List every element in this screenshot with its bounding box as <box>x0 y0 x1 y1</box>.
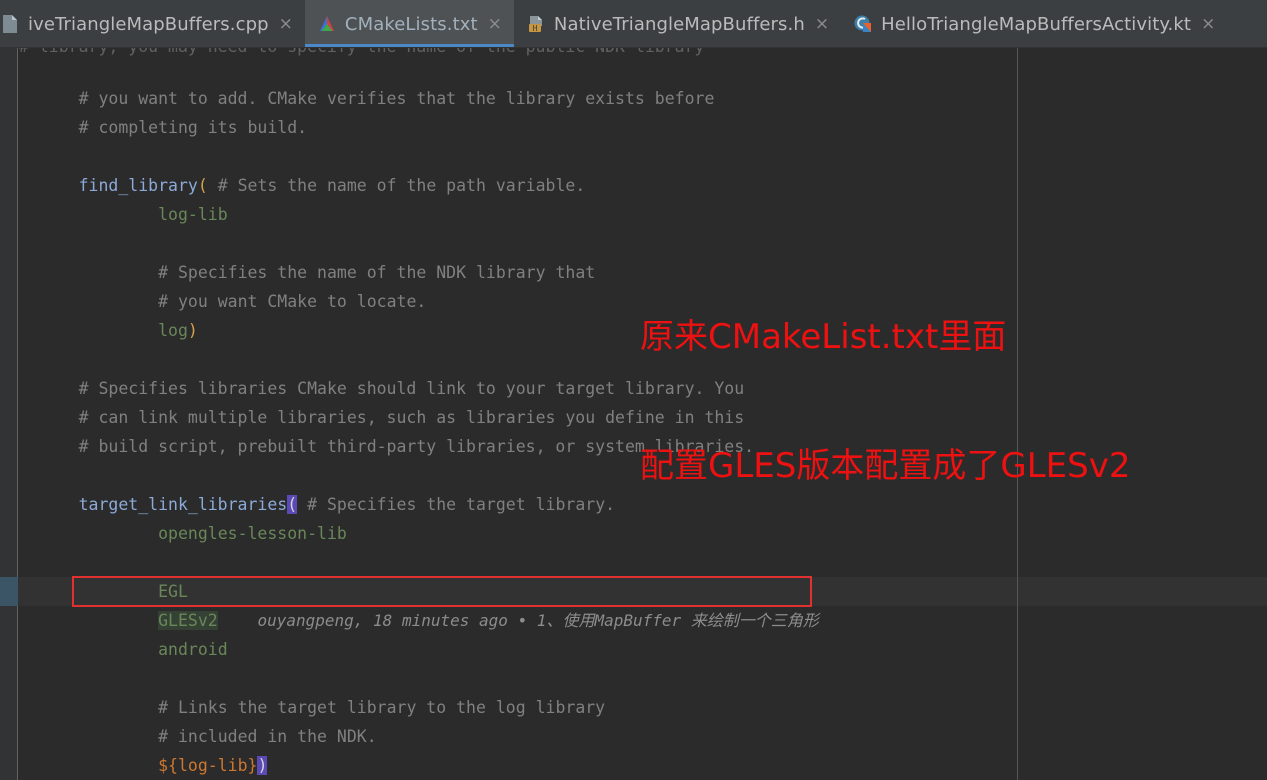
code-line: ${log-lib}) <box>19 722 268 775</box>
code-line: # included in the NDK. <box>19 693 377 746</box>
header-file-icon: H <box>528 16 542 33</box>
code-line: # you want to add. CMake verifies that t… <box>19 55 715 108</box>
close-icon[interactable]: × <box>1201 15 1215 33</box>
tab-label: NativeTriangleMapBuffers.h <box>553 13 805 35</box>
svg-text:H: H <box>532 24 537 33</box>
git-blame-annotation[interactable]: ouyangpeng, 18 minutes ago • 1、使用MapBuff… <box>257 611 818 630</box>
code-line: android <box>19 606 228 659</box>
code-line: # can link multiple libraries, such as l… <box>19 374 745 427</box>
tab-native-triangle-map-buffers-h[interactable]: H NativeTriangleMapBuffers.h × <box>514 0 841 47</box>
code-line: opengles-lesson-lib <box>19 490 347 543</box>
code-line: log-lib <box>19 171 228 224</box>
code-line: # Specifies the name of the NDK library … <box>19 229 595 282</box>
tab-label: CMakeLists.txt <box>344 13 478 35</box>
code-line: # completing its build. <box>19 84 307 137</box>
cmake-triangle-icon <box>319 16 334 31</box>
kotlin-class-icon <box>854 15 872 32</box>
code-token-string: android <box>158 640 228 659</box>
vcs-change-marker[interactable] <box>0 577 18 606</box>
tab-label: HelloTriangleMapBuffersActivity.kt <box>881 13 1192 35</box>
code-line: target_link_libraries( # Specifies the t… <box>19 461 615 514</box>
editor-tab-bar: iveTriangleMapBuffers.cpp × CMakeLists.t… <box>0 0 1267 48</box>
red-annotation-text: 原来CMakeList.txt里面 配置GLES版本配置成了GLESv2 <box>640 230 1130 574</box>
editor-gutter[interactable] <box>0 48 18 780</box>
code-token-matched-paren: ) <box>257 756 268 775</box>
code-token-string: opengles-lesson-lib <box>158 524 347 543</box>
code-token-comment: # you want CMake to locate. <box>158 292 427 311</box>
close-icon[interactable]: × <box>488 15 502 33</box>
code-token-paren: ) <box>187 321 198 340</box>
code-token-string: log-lib <box>158 205 228 224</box>
code-token-variable: ${log-lib} <box>158 756 258 775</box>
code-editor-area[interactable]: # library, you may need to specify the n… <box>0 48 1267 780</box>
code-line: log) <box>19 287 198 340</box>
code-token-comment: # completing its build. <box>78 118 308 137</box>
code-line: find_library( # Sets the name of the pat… <box>19 142 586 195</box>
close-icon[interactable]: × <box>279 15 293 33</box>
code-token-string: log <box>158 321 188 340</box>
code-line: # Links the target library to the log li… <box>19 664 605 717</box>
code-line: # Specifies libraries CMake should link … <box>19 345 745 398</box>
tab-hello-triangle-map-buffers-activity-kt[interactable]: HelloTriangleMapBuffersActivity.kt × <box>841 0 1227 47</box>
code-line: EGL <box>19 548 188 601</box>
code-line: # you want CMake to locate. <box>19 258 426 311</box>
annotation-line-2: 配置GLES版本配置成了GLESv2 <box>640 446 1131 486</box>
tab-native-triangle-map-buffers-cpp[interactable]: iveTriangleMapBuffers.cpp × <box>0 0 305 47</box>
tab-cmakelists-txt[interactable]: CMakeLists.txt × <box>304 0 514 47</box>
annotation-line-1: 原来CMakeList.txt里面 <box>640 317 1007 357</box>
cpp-file-icon <box>3 15 17 33</box>
tab-label: iveTriangleMapBuffers.cpp <box>28 13 269 35</box>
code-token-comment: # Specifies the target library. <box>307 495 616 514</box>
code-token-comment: # Sets the name of the path variable. <box>217 176 586 195</box>
close-icon[interactable]: × <box>815 15 829 33</box>
code-line-glesv2: GLESv2 ouyangpeng, 18 minutes ago • 1、使用… <box>19 577 819 630</box>
